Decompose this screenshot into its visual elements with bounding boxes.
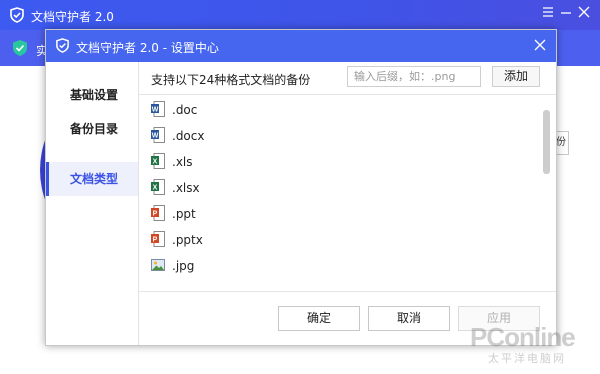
svg-text:W: W	[152, 107, 159, 114]
settings-nav: 基础设置 备份目录 文档类型	[46, 62, 139, 345]
close-icon[interactable]	[576, 6, 592, 22]
excel-icon: X	[151, 153, 165, 169]
nav-item-backup-directory[interactable]: 备份目录	[46, 112, 138, 146]
shield-badge-icon	[13, 40, 27, 56]
list-item[interactable]: W .docx	[139, 123, 539, 149]
svg-text:W: W	[152, 133, 159, 140]
list-scrollbar[interactable]	[543, 110, 550, 174]
list-item[interactable]: X .xls	[139, 149, 539, 175]
close-icon[interactable]	[532, 37, 548, 53]
powerpoint-icon: P	[151, 231, 165, 247]
footer-divider	[139, 291, 556, 292]
file-type-list: W .doc W .docx X .xls X .xlsx P .ppt P .…	[139, 95, 556, 290]
excel-icon: X	[151, 179, 165, 195]
file-extension: .doc	[172, 103, 198, 117]
word-icon: W	[151, 127, 165, 143]
file-extension: .pptx	[172, 233, 203, 247]
document-types-panel: 支持以下24种格式文档的备份 添加 W .doc W	[139, 62, 556, 345]
supported-formats-text: 支持以下24种格式文档的备份	[151, 73, 311, 87]
list-item[interactable]: P .ppt	[139, 201, 539, 227]
dialog-titlebar: 文档守护者 2.0 - 设置中心	[46, 30, 556, 62]
settings-dialog: 文档守护者 2.0 - 设置中心 基础设置 备份目录 文档类型 支持以下24种格…	[45, 29, 557, 346]
word-icon: W	[151, 101, 165, 117]
list-item[interactable]: .jpg	[139, 253, 539, 279]
svg-text:P: P	[153, 237, 158, 244]
nav-item-document-types[interactable]: 文档类型	[46, 162, 138, 196]
extension-input[interactable]	[347, 66, 481, 87]
file-extension: .jpg	[172, 259, 195, 273]
shield-logo-icon	[10, 7, 24, 23]
image-icon	[151, 259, 165, 271]
app-title: 文档守护者 2.0	[31, 10, 114, 24]
powerpoint-icon: P	[151, 205, 165, 221]
file-extension: .xls	[172, 155, 193, 169]
dialog-title: 文档守护者 2.0 - 设置中心	[76, 41, 219, 55]
list-item[interactable]: P .pptx	[139, 227, 539, 253]
nav-item-basic-settings[interactable]: 基础设置	[46, 78, 138, 112]
list-item[interactable]: W .doc	[139, 97, 539, 123]
confirm-button[interactable]: 确定	[278, 306, 360, 331]
app-titlebar: 文档守护者 2.0	[0, 0, 600, 30]
svg-text:P: P	[153, 211, 158, 218]
list-item[interactable]: X .xlsx	[139, 175, 539, 201]
watermark-subtitle: 太平洋电脑网	[488, 352, 566, 365]
shield-logo-icon	[56, 38, 69, 53]
menu-icon[interactable]	[540, 6, 556, 22]
svg-text:X: X	[153, 185, 158, 192]
svg-text:X: X	[153, 159, 158, 166]
file-extension: .ppt	[172, 207, 196, 221]
file-extension: .docx	[172, 129, 205, 143]
watermark-logo: PConline	[470, 322, 576, 352]
minimize-icon[interactable]	[558, 6, 574, 22]
add-button[interactable]: 添加	[492, 66, 540, 87]
cancel-button[interactable]: 取消	[368, 306, 450, 331]
panel-toolbar: 支持以下24种格式文档的备份 添加	[139, 62, 556, 95]
file-extension: .xlsx	[172, 181, 200, 195]
